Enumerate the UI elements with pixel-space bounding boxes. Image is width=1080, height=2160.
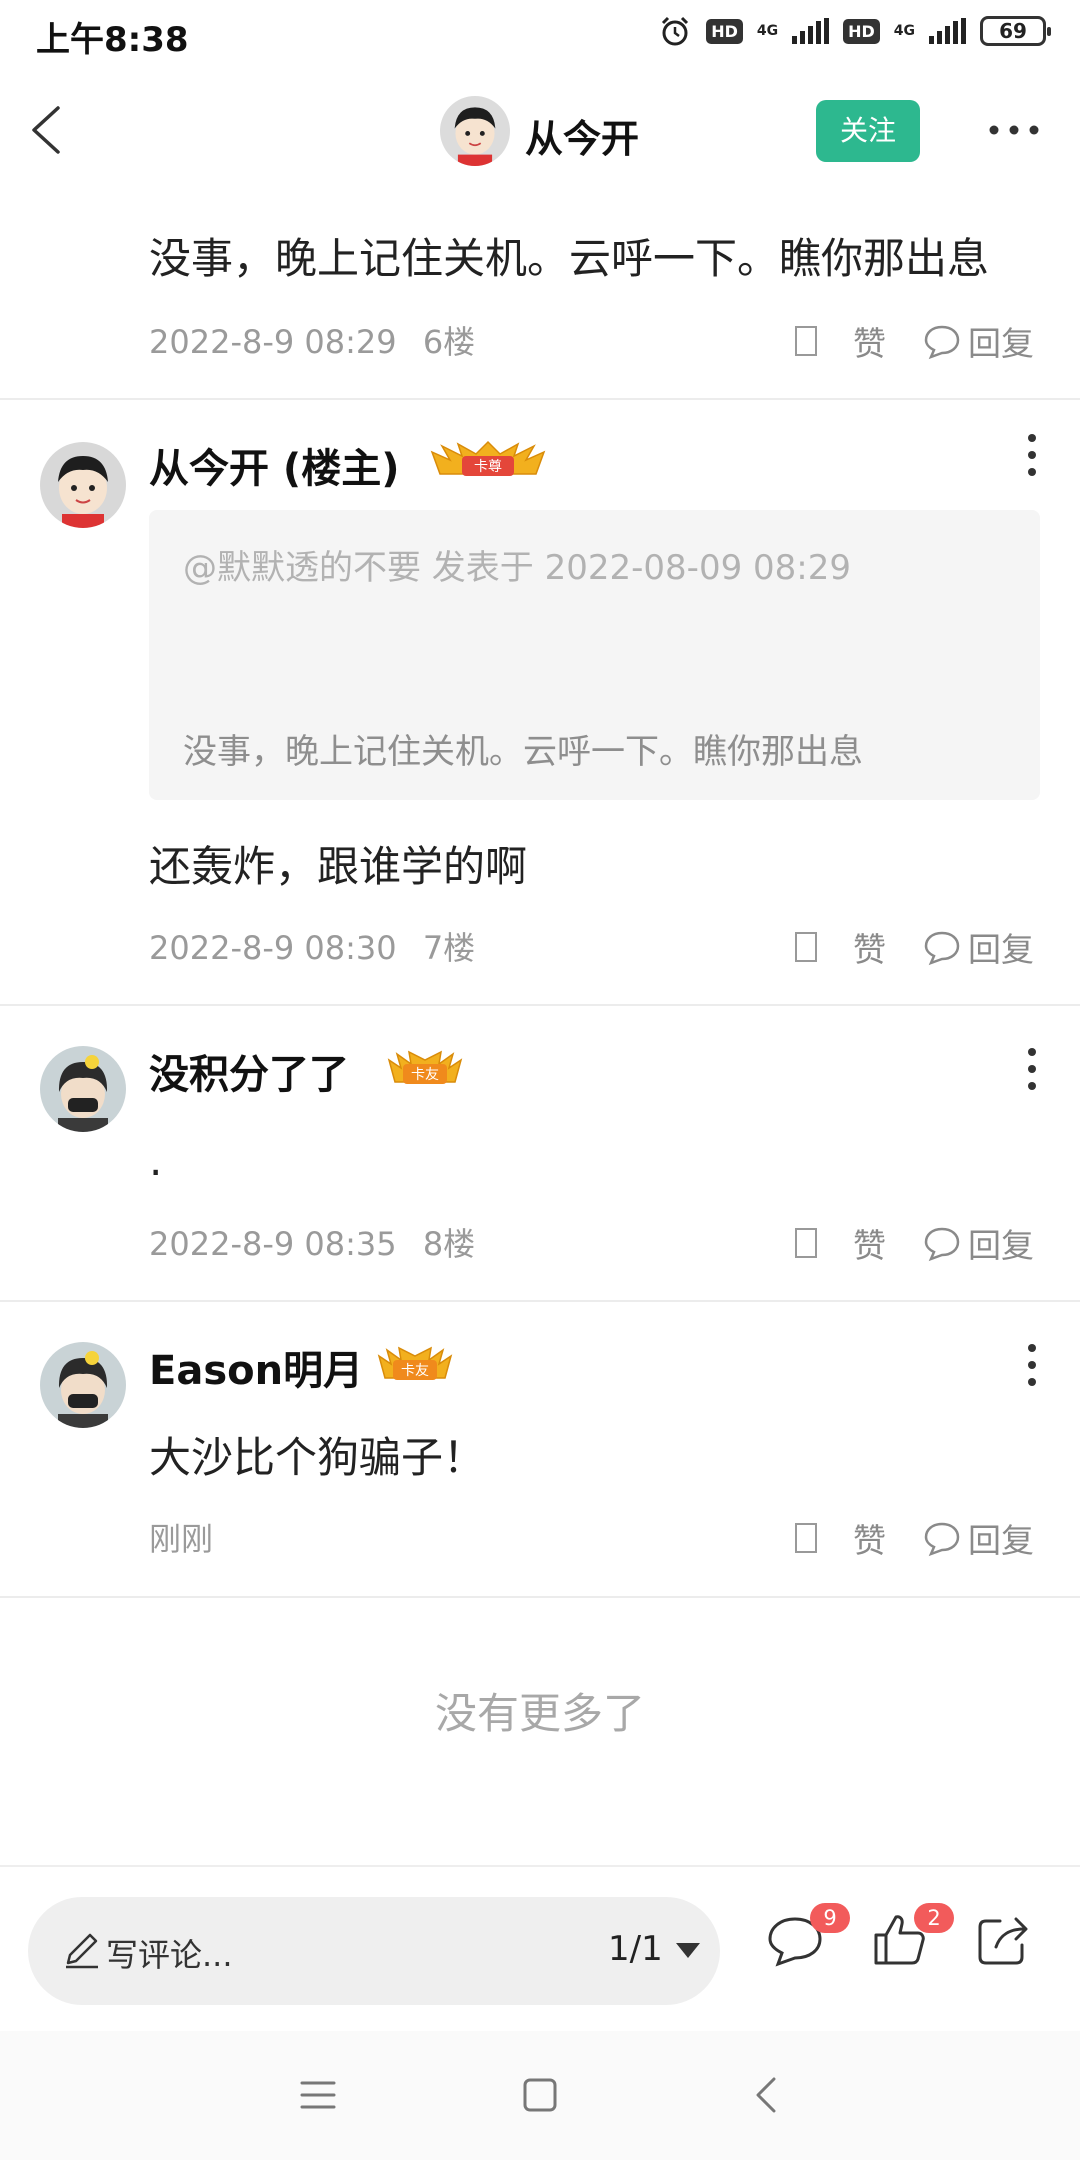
level-badge: 卡友 [387,1050,463,1084]
like-button[interactable]: 赞 [853,317,886,365]
kebab-menu-icon[interactable] [1020,1340,1044,1390]
level-badge: 卡友 [377,1346,453,1380]
comment-time: 2022-8-9 08:35 [149,1225,397,1263]
quote-box[interactable]: @默默透的不要 发表于 2022-08-09 08:29 没事，晚上记住关机。云… [149,510,1040,800]
network-type: 4G [756,23,779,39]
hd-badge-2: HD [843,18,880,44]
hd-badge: HD [706,18,743,44]
back-icon[interactable] [20,100,80,160]
reply-button[interactable]: 回复 [968,1219,1034,1267]
comment-meta: 2022-8-9 08:29 6楼 [149,317,475,363]
thread-header: 从今开 关注 [0,70,1080,195]
reply-icon[interactable] [922,321,962,361]
home-icon[interactable] [508,2063,572,2127]
like-icon[interactable] [795,932,817,962]
comment-floor: 7楼 [422,929,476,967]
caret-down-icon[interactable] [676,1943,700,1958]
status-time: 上午8:38 [36,20,189,60]
bottom-action-bar: 写评论... 1/1 9 2 [0,1865,1080,2031]
badge-label: 卡尊 [474,458,502,475]
back-nav-icon[interactable] [736,2063,800,2127]
comment-actions: 赞 回复 [795,317,1034,365]
like-icon[interactable] [795,1228,817,1258]
comment-time: 2022-8-9 08:30 [149,929,397,967]
comment-meta: 刚刚 [149,1514,213,1560]
avatar[interactable] [40,1046,126,1132]
comment-text: . [149,1136,163,1185]
comment-text: 还轰炸，跟谁学的啊 [149,842,528,891]
reply-icon[interactable] [922,1223,962,1263]
quote-body: 没事，晚上记住关机。云呼一下。瞧你那出息 [183,732,863,772]
comment-time: 2022-8-9 08:29 [149,323,397,361]
avatar[interactable] [40,442,126,528]
like-button[interactable]: 赞 [853,923,886,971]
follow-button[interactable]: 关注 [816,100,920,162]
like-count-badge: 2 [914,1903,954,1933]
pen-icon [66,1933,98,1969]
reply-button[interactable]: 回复 [968,1514,1034,1562]
quote-header: @默默透的不要 发表于 2022-08-09 08:29 [183,548,851,588]
comment-actions: 赞 回复 [795,923,1034,971]
no-more-label: 没有更多了 [434,1689,645,1738]
like-button[interactable]: 赞 [853,1514,886,1562]
comment-time: 刚刚 [149,1520,214,1558]
signal-icon [792,18,830,44]
network-type-2: 4G [893,23,915,39]
menu-icon[interactable] [286,2063,350,2127]
username[interactable]: 从今开 (楼主) [149,436,400,494]
comment-meta: 2022-8-9 08:35 8楼 [149,1219,475,1265]
reply-icon[interactable] [922,1518,962,1558]
author-name[interactable]: 从今开 [525,108,639,163]
write-comment-input[interactable]: 写评论... 1/1 [28,1897,720,2005]
page-indicator[interactable]: 1/1 [608,1929,663,1969]
like-icon[interactable] [795,326,817,356]
comment-text: 没事，晚上记住关机。云呼一下。瞧你那出息 [149,234,990,283]
status-bar: 上午8:38 HD 4G HD 4G 69 [0,0,1080,70]
reply-icon[interactable] [922,927,962,967]
badge-label: 卡友 [411,1067,439,1083]
kebab-menu-icon[interactable] [1020,430,1044,480]
battery-icon: 69 [980,16,1051,46]
system-nav-bar [0,2031,1080,2160]
alarm-icon [662,16,689,46]
comment-item: 没积分了了 卡友 . 2022-8-9 08:35 8楼 赞 回复 [0,1006,1080,1301]
comment-item: 从今开 (楼主) 卡尊 @默默透的不要 发表于 2022-08-09 08:29… [0,400,1080,1005]
comment-text: 大沙比个狗骗子！ [149,1433,486,1482]
divider [0,1596,1080,1598]
level-badge: 卡尊 [430,440,546,476]
author-avatar[interactable] [440,96,510,166]
kebab-menu-icon[interactable] [1020,1044,1044,1094]
reply-button[interactable]: 回复 [968,317,1034,365]
comment-item: 没事，晚上记住关机。云呼一下。瞧你那出息 2022-8-9 08:29 6楼 赞… [0,195,1080,400]
comment-item: Eason明月 卡友 大沙比个狗骗子！ 刚刚 赞 回复 [0,1302,1080,1597]
share-icon[interactable] [970,1907,1036,1973]
comment-floor: 6楼 [422,323,476,361]
comment-actions: 赞 回复 [795,1514,1034,1562]
comment-count-badge: 9 [810,1903,850,1933]
username[interactable]: Eason明月 [149,1338,363,1396]
avatar[interactable] [40,1342,126,1428]
comment-meta: 2022-8-9 08:30 7楼 [149,923,475,969]
like-icon[interactable] [795,1523,817,1553]
write-comment-placeholder: 写评论... [106,1936,233,1974]
more-horizontal-icon[interactable] [984,110,1044,150]
reply-button[interactable]: 回复 [968,923,1034,971]
status-icons: HD 4G HD 4G 69 [658,14,1051,48]
badge-label: 卡友 [401,1363,429,1379]
comment-floor: 8楼 [422,1225,476,1263]
signal-icon-2 [929,18,966,44]
comment-actions: 赞 回复 [795,1219,1034,1267]
username[interactable]: 没积分了了 [149,1042,349,1100]
like-button[interactable]: 赞 [853,1219,886,1267]
